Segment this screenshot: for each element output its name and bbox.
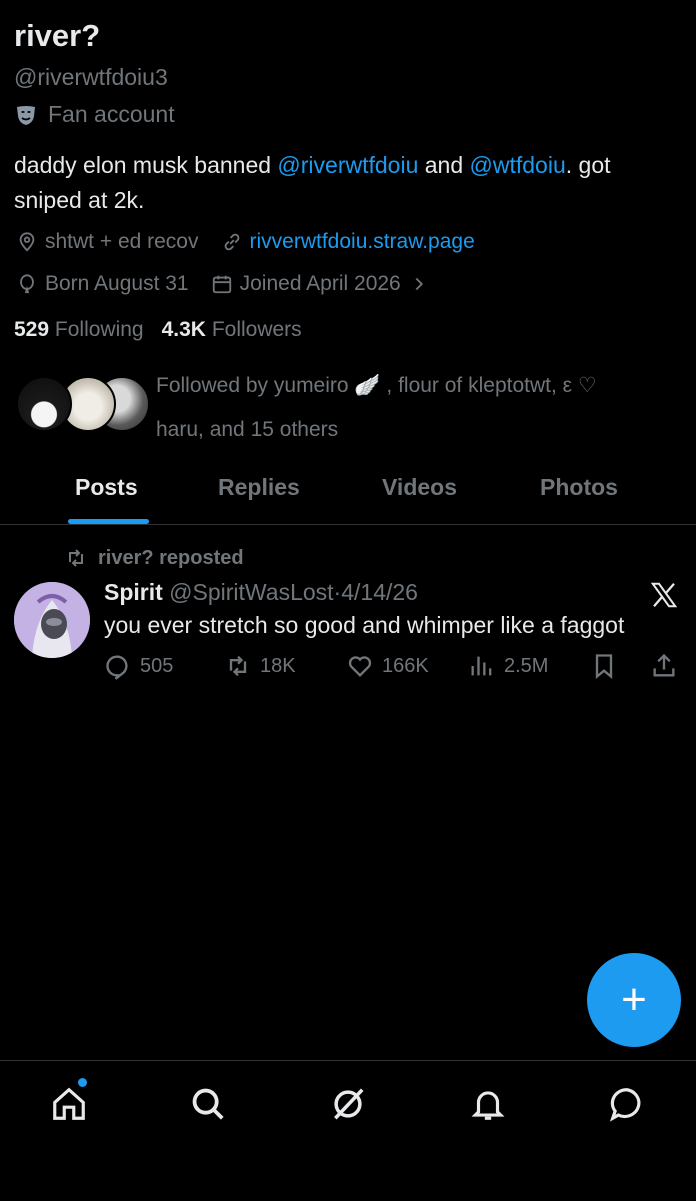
grok-icon[interactable]	[329, 1085, 367, 1123]
share-button[interactable]	[650, 652, 678, 680]
bookmark-icon	[595, 654, 613, 679]
repost-text: river? reposted	[98, 546, 244, 569]
reply-icon	[106, 655, 128, 680]
repost-button[interactable]: 18K	[224, 652, 296, 680]
followers-link[interactable]: 4.3K Followers	[162, 318, 302, 342]
x-logo-icon	[650, 582, 678, 608]
profile-tabs: Posts Replies Videos Photos	[0, 460, 696, 525]
profile-handle: @riverwtfdoiu3	[14, 64, 168, 90]
bio-text: and	[418, 152, 470, 178]
share-icon	[653, 653, 675, 677]
website[interactable]: rivverwtfdoiu.straw.page	[221, 230, 475, 254]
repost-indicator: river? reposted	[64, 546, 244, 570]
followers-count: 4.3K	[161, 318, 206, 341]
post-author-avatar[interactable]	[14, 582, 90, 658]
tab-active-indicator	[68, 519, 149, 524]
post-author-name[interactable]: Spirit	[104, 579, 163, 605]
followed-by-line2: haru, and 15 others	[156, 418, 339, 441]
views-icon	[471, 656, 492, 676]
location-text: shtwt + ed recov	[45, 230, 199, 253]
home-icon[interactable]	[50, 1085, 88, 1123]
post-date[interactable]: 4/14/26	[341, 579, 418, 605]
balloon-icon	[20, 274, 34, 294]
views-count: 2.5M	[504, 654, 549, 677]
avatar	[16, 376, 72, 432]
following-count: 529	[14, 318, 50, 341]
mask-icon	[17, 105, 35, 125]
messages-icon[interactable]	[608, 1085, 646, 1123]
birthday-text: Born August 31	[45, 272, 189, 295]
bookmark-button[interactable]	[590, 652, 618, 680]
tab-replies[interactable]: Replies	[218, 474, 300, 501]
followed-by-line1: Followed by yumeiro 🪽 , flour of kleptot…	[156, 374, 597, 397]
like-button[interactable]: 166K	[346, 652, 429, 680]
profile-bio: daddy elon musk banned @riverwtfdoiu and…	[14, 148, 684, 218]
post-author-handle[interactable]: @SpiritWasLost	[169, 579, 333, 605]
profile-name: river?	[14, 18, 101, 53]
website-link[interactable]: rivverwtfdoiu.straw.page	[250, 230, 475, 254]
home-notification-dot	[78, 1078, 87, 1087]
compose-post-button[interactable]: +	[587, 953, 681, 1047]
following-link[interactable]: 529 Following	[14, 318, 144, 342]
bottom-navigation	[0, 1060, 696, 1201]
joined-text: Joined April 2026	[239, 272, 401, 295]
followed-by-text[interactable]: Followed by yumeiro 🪽 , flour of kleptot…	[156, 364, 656, 452]
tab-posts[interactable]: Posts	[75, 474, 138, 501]
search-icon[interactable]	[189, 1085, 227, 1123]
joined-date[interactable]: Joined April 2026	[211, 272, 430, 296]
followers-label: Followers	[211, 318, 302, 341]
notifications-icon[interactable]	[469, 1085, 507, 1123]
bio-mention-wtfdoiu[interactable]: @wtfdoiu	[470, 152, 566, 178]
repost-icon	[69, 549, 83, 567]
avatar-image	[14, 582, 90, 658]
location-icon	[19, 232, 35, 252]
tab-videos[interactable]: Videos	[382, 474, 457, 501]
tab-photos[interactable]: Photos	[540, 474, 618, 501]
bio-text: daddy elon musk banned	[14, 152, 278, 178]
like-count: 166K	[382, 654, 429, 677]
following-label: Following	[54, 318, 144, 341]
post-actions: 505 18K 166K 2.5M	[104, 652, 684, 688]
location: shtwt + ed recov	[16, 230, 199, 254]
repost-icon	[229, 655, 247, 677]
post-header: Spirit @SpiritWasLost·4/14/26	[104, 579, 418, 606]
reply-button[interactable]: 505	[104, 652, 173, 680]
chevron-right-icon	[415, 277, 423, 291]
profile-meta-row-2: Born August 31 Joined April 2026	[16, 272, 452, 296]
birthday: Born August 31	[16, 272, 189, 296]
account-label: Fan account	[14, 101, 175, 128]
account-label-text: Fan account	[48, 101, 175, 127]
reply-count: 505	[140, 654, 174, 677]
post-text: you ever stretch so good and whimper lik…	[104, 612, 625, 638]
calendar-icon	[212, 275, 231, 294]
repost-count: 18K	[260, 654, 296, 677]
follow-counts: 529 Following 4.3K Followers	[14, 318, 302, 342]
profile-meta-row-1: shtwt + ed recov rivverwtfdoiu.straw.pag…	[16, 230, 497, 254]
bio-mention-riverwtfdoiu[interactable]: @riverwtfdoiu	[277, 152, 418, 178]
link-icon	[224, 233, 239, 251]
heart-icon	[348, 656, 372, 677]
views-button[interactable]: 2.5M	[468, 652, 548, 680]
followed-by-avatars[interactable]	[16, 376, 150, 432]
